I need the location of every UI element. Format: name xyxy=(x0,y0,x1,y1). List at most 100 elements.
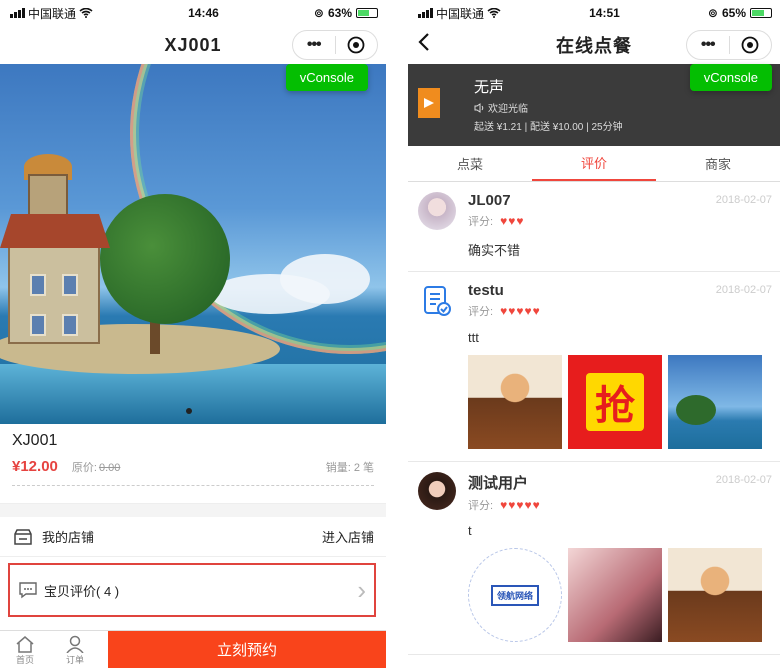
bottom-tab-bar: 首页 订单 立刻预约 xyxy=(0,630,386,668)
wifi-icon xyxy=(79,8,93,18)
tab-home[interactable]: 首页 xyxy=(0,631,50,668)
heart-rating: ♥♥♥♥♥ xyxy=(499,498,540,512)
heart-icon: ♥ xyxy=(532,304,540,318)
tab-orders-label: 订单 xyxy=(65,655,84,665)
review-text: ttt xyxy=(468,330,479,345)
review-score: 评分: ♥♥♥ xyxy=(468,213,523,229)
chevron-right-icon: › xyxy=(357,574,366,605)
target-icon[interactable] xyxy=(336,36,378,54)
carrier-label: 中国联通 xyxy=(28,6,77,21)
review-image-island[interactable] xyxy=(668,355,762,449)
score-label: 评分: xyxy=(468,500,494,512)
sea xyxy=(0,364,386,424)
heart-icon: ♥ xyxy=(508,304,516,318)
back-icon[interactable] xyxy=(418,32,430,58)
heart-icon: ♥ xyxy=(524,498,532,512)
heart-icon: ♥ xyxy=(500,304,508,318)
avatar xyxy=(418,282,456,320)
wifi-icon xyxy=(487,8,501,18)
review-date: 2018-02-07 xyxy=(715,474,772,486)
house xyxy=(8,234,100,344)
price-row: ¥12.00 原价: 0.00 销量: 2 笔 xyxy=(0,454,386,479)
heart-icon: ♥ xyxy=(524,304,532,318)
tab-home-label: 首页 xyxy=(15,655,34,665)
more-icon[interactable]: ••• xyxy=(687,36,729,54)
shop-icon xyxy=(12,527,34,547)
shop-tabs: 点菜 评价 商家 xyxy=(408,146,780,182)
vconsole-button[interactable]: vConsole xyxy=(285,64,368,91)
my-shop-row[interactable]: 我的店铺 进入店铺 xyxy=(0,517,386,557)
tab-orders[interactable]: 订单 xyxy=(50,631,100,668)
signal-icon xyxy=(418,8,433,18)
shop-logo xyxy=(418,88,440,118)
review-score: 评分: ♥♥♥♥♥ xyxy=(468,303,540,319)
review-item: 测试用户 评分: ♥♥♥♥♥ 2018-02-07 t 领航网络 xyxy=(408,462,780,655)
book-now-button[interactable]: 立刻预约 xyxy=(108,631,386,668)
battery-percent: 63% xyxy=(327,6,352,20)
tab-reviews[interactable]: 评价 xyxy=(532,146,656,181)
review-score: 评分: ♥♥♥♥♥ xyxy=(468,497,540,513)
avatar xyxy=(418,192,456,230)
status-bar: 中国联通 14:46 ⊚ 63% xyxy=(0,0,386,26)
review-image-cake[interactable] xyxy=(468,355,562,449)
review-text: t xyxy=(468,523,472,538)
product-banner[interactable]: vConsole xyxy=(0,64,386,424)
product-reviews-row[interactable]: 宝贝评价( 4 ) › xyxy=(8,563,376,617)
left-screen: 中国联通 14:46 ⊚ 63% XJ001 ••• vConsole XJ00… xyxy=(0,0,386,668)
shop-info: 无声 欢迎光临 起送 ¥1.21 | 配送 ¥10.00 | 25分钟 xyxy=(474,76,623,134)
battery-icon xyxy=(750,8,772,18)
review-user: testu xyxy=(468,282,504,299)
carrier-label: 中国联通 xyxy=(436,6,485,21)
review-image-cake[interactable] xyxy=(668,548,762,642)
sales-count: 销量: 2 笔 xyxy=(325,462,374,474)
heart-icon: ♥ xyxy=(516,498,524,512)
heart-rating: ♥♥♥ xyxy=(499,214,523,228)
review-user: 测试用户 xyxy=(468,475,529,492)
tab-order-food[interactable]: 点菜 xyxy=(408,146,532,181)
carousel-indicator[interactable] xyxy=(186,408,192,414)
vconsole-button[interactable]: vConsole xyxy=(689,64,772,91)
heart-icon: ♥ xyxy=(508,214,516,228)
shop-header: 无声 欢迎光临 起送 ¥1.21 | 配送 ¥10.00 | 25分钟 vCon… xyxy=(408,64,780,146)
tree xyxy=(100,194,230,324)
product-price: ¥12.00 xyxy=(12,458,58,475)
more-icon[interactable]: ••• xyxy=(293,36,335,54)
mini-program-capsule: ••• xyxy=(292,30,378,60)
right-screen: 中国联通 14:51 ⊚ 65% 在线点餐 ••• 无声 欢迎光临 起送 ¥1.… xyxy=(408,0,780,668)
signal-icon xyxy=(10,8,25,18)
product-name: XJ001 xyxy=(12,432,58,449)
review-image-woman[interactable] xyxy=(568,548,662,642)
target-icon[interactable] xyxy=(730,36,772,54)
heart-icon: ♥ xyxy=(532,498,540,512)
review-image-red-packet[interactable]: 抢 xyxy=(568,355,662,449)
window xyxy=(62,274,78,296)
divider xyxy=(12,485,374,503)
status-time: 14:46 xyxy=(188,6,219,20)
window xyxy=(30,314,46,336)
comment-icon xyxy=(18,581,38,599)
nav-bar: XJ001 ••• xyxy=(0,26,386,64)
speaker-icon xyxy=(474,102,484,113)
score-label: 评分: xyxy=(468,306,494,318)
review-images: 抢 xyxy=(468,355,772,449)
window xyxy=(62,314,78,336)
page-title: XJ001 xyxy=(164,34,222,55)
status-time: 14:51 xyxy=(589,6,620,20)
shop-welcome-text: 欢迎光临 xyxy=(488,104,528,115)
status-bar: 中国联通 14:51 ⊚ 65% xyxy=(408,0,780,26)
window xyxy=(30,274,46,296)
qr-label: 领航网络 xyxy=(490,584,539,606)
review-date: 2018-02-07 xyxy=(715,284,772,296)
score-label: 评分: xyxy=(468,216,494,228)
review-user: JL007 xyxy=(468,192,511,209)
review-image-qr-code[interactable]: 领航网络 xyxy=(468,548,562,642)
tab-merchant[interactable]: 商家 xyxy=(656,146,780,181)
avatar xyxy=(418,472,456,510)
nav-bar: 在线点餐 ••• xyxy=(408,26,780,64)
enter-shop-link[interactable]: 进入店铺 xyxy=(322,527,374,546)
review-text: 确实不错 xyxy=(468,243,521,258)
heart-icon: ♥ xyxy=(516,304,524,318)
review-item: JL007 评分: ♥♥♥ 2018-02-07 确实不错 xyxy=(408,182,780,272)
battery-icon xyxy=(356,8,378,18)
heart-icon: ♥ xyxy=(508,498,516,512)
